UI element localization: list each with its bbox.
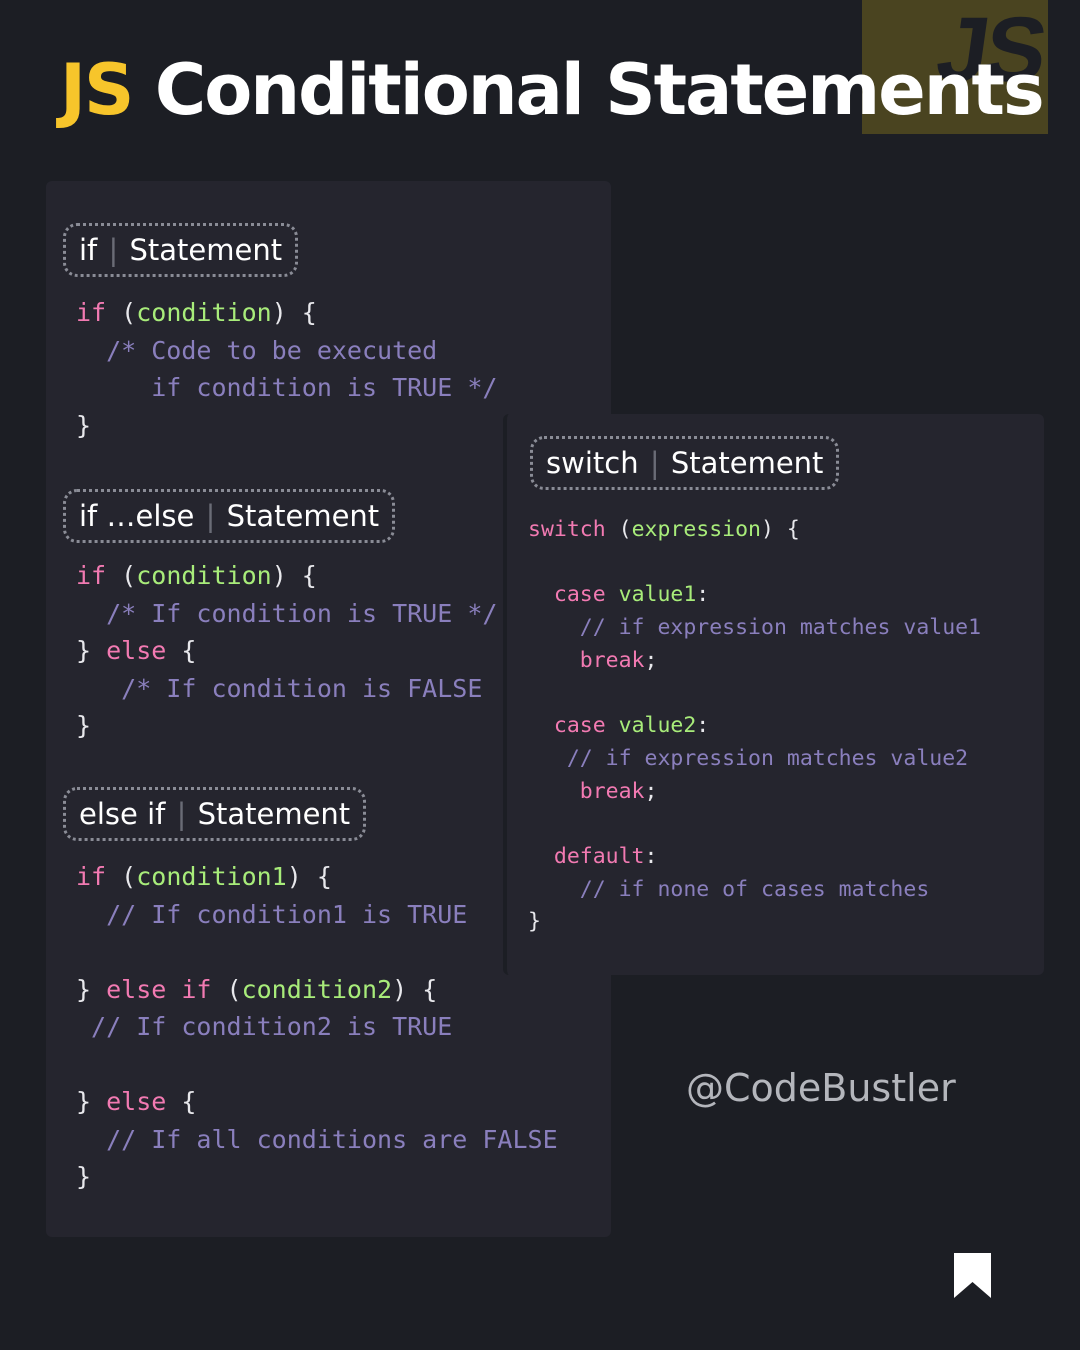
- code-keyword: break: [579, 647, 645, 673]
- code-keyword: case: [553, 713, 606, 739]
- code-keyword: else: [106, 636, 167, 665]
- else-if-label-separator: |: [176, 797, 187, 831]
- else-if-statement-label: else if | Statement: [63, 787, 367, 841]
- code-condition: condition: [136, 561, 272, 590]
- code-text: }: [76, 636, 107, 665]
- code-text: ) {: [392, 974, 438, 1004]
- code-text: (: [605, 517, 632, 542]
- code-text: {: [166, 1087, 197, 1116]
- code-comment: // if expression matches value1: [528, 615, 982, 641]
- code-keyword: else: [106, 1087, 167, 1116]
- if-else-code-block: if (condition) { /* If condition is TRUE…: [76, 557, 497, 745]
- code-text: :: [696, 582, 710, 608]
- switch-label-separator: |: [649, 446, 660, 480]
- if-label-word: Statement: [129, 233, 283, 267]
- author-handle: @CodeBustler: [686, 1066, 956, 1110]
- code-text: ) {: [761, 517, 800, 542]
- if-else-label-word: Statement: [226, 499, 380, 533]
- title-rest: Conditional Statements: [154, 49, 1045, 131]
- switch-code-block: switch (expression) { case value1: // if…: [528, 514, 981, 939]
- code-text: }: [76, 410, 92, 440]
- code-keyword: if: [76, 561, 107, 590]
- if-else-label-separator: |: [205, 499, 216, 533]
- code-text: }: [528, 909, 541, 935]
- code-comment: /* If condition is TRUE */: [76, 598, 498, 628]
- code-comment: // If all conditions are FALSE: [76, 1124, 558, 1154]
- code-text: }: [76, 711, 92, 740]
- code-text: }: [76, 974, 107, 1004]
- code-condition: expression: [631, 517, 762, 542]
- page-title: JS Conditional Statements: [60, 49, 1045, 131]
- code-keyword: break: [579, 778, 645, 804]
- code-keyword: default: [553, 844, 645, 870]
- code-text: (: [106, 298, 137, 327]
- bookmark-icon[interactable]: [954, 1253, 991, 1298]
- code-text: :: [696, 713, 710, 739]
- code-text: (: [106, 862, 137, 891]
- switch-statement-label: switch | Statement: [530, 436, 840, 490]
- else-if-label-keyword: else if: [79, 797, 166, 831]
- code-text: {: [166, 636, 197, 665]
- code-comment: // if expression matches value2: [528, 745, 969, 771]
- code-text: }: [76, 1162, 92, 1191]
- if-label-separator: |: [108, 233, 119, 267]
- code-text: ) {: [286, 862, 332, 891]
- code-keyword: else if: [106, 974, 212, 1004]
- code-text: ) {: [271, 298, 317, 327]
- code-text: (: [106, 561, 137, 590]
- code-value: value1: [618, 582, 697, 608]
- code-comment: /* If condition is FALSE: [76, 673, 483, 703]
- code-condition: condition1: [136, 862, 287, 891]
- if-statement-label: if | Statement: [63, 223, 299, 277]
- code-text: ) {: [271, 561, 317, 590]
- code-condition: condition: [136, 298, 272, 327]
- code-comment: if condition is TRUE */: [76, 373, 498, 402]
- code-comment: /* Code to be executed: [76, 335, 438, 365]
- code-condition: condition2: [241, 974, 393, 1004]
- code-comment: // if none of cases matches: [528, 876, 930, 902]
- code-text: (: [211, 974, 242, 1004]
- code-value: value2: [618, 713, 697, 739]
- else-if-code-block: if (condition1) { // If condition1 is TR…: [76, 858, 558, 1196]
- if-else-statement-label: if …else | Statement: [63, 489, 396, 543]
- code-text: :: [644, 844, 658, 870]
- switch-label-word: Statement: [670, 446, 824, 480]
- if-label-keyword: if: [79, 233, 98, 267]
- if-else-label-keyword: if …else: [79, 499, 195, 533]
- code-keyword: if: [76, 298, 107, 327]
- code-comment: // If condition2 is TRUE: [76, 1012, 453, 1041]
- code-keyword: case: [553, 582, 606, 608]
- code-text: ;: [644, 778, 658, 804]
- code-comment: // If condition1 is TRUE: [76, 899, 468, 929]
- code-text: ;: [644, 647, 658, 673]
- code-keyword: switch: [528, 517, 606, 542]
- else-if-label-word: Statement: [197, 797, 351, 831]
- title-accent: JS: [60, 49, 134, 131]
- code-keyword: if: [76, 862, 107, 891]
- if-code-block: if (condition) { /* Code to be executed …: [76, 294, 497, 444]
- code-text: }: [76, 1087, 107, 1116]
- switch-label-keyword: switch: [546, 446, 639, 480]
